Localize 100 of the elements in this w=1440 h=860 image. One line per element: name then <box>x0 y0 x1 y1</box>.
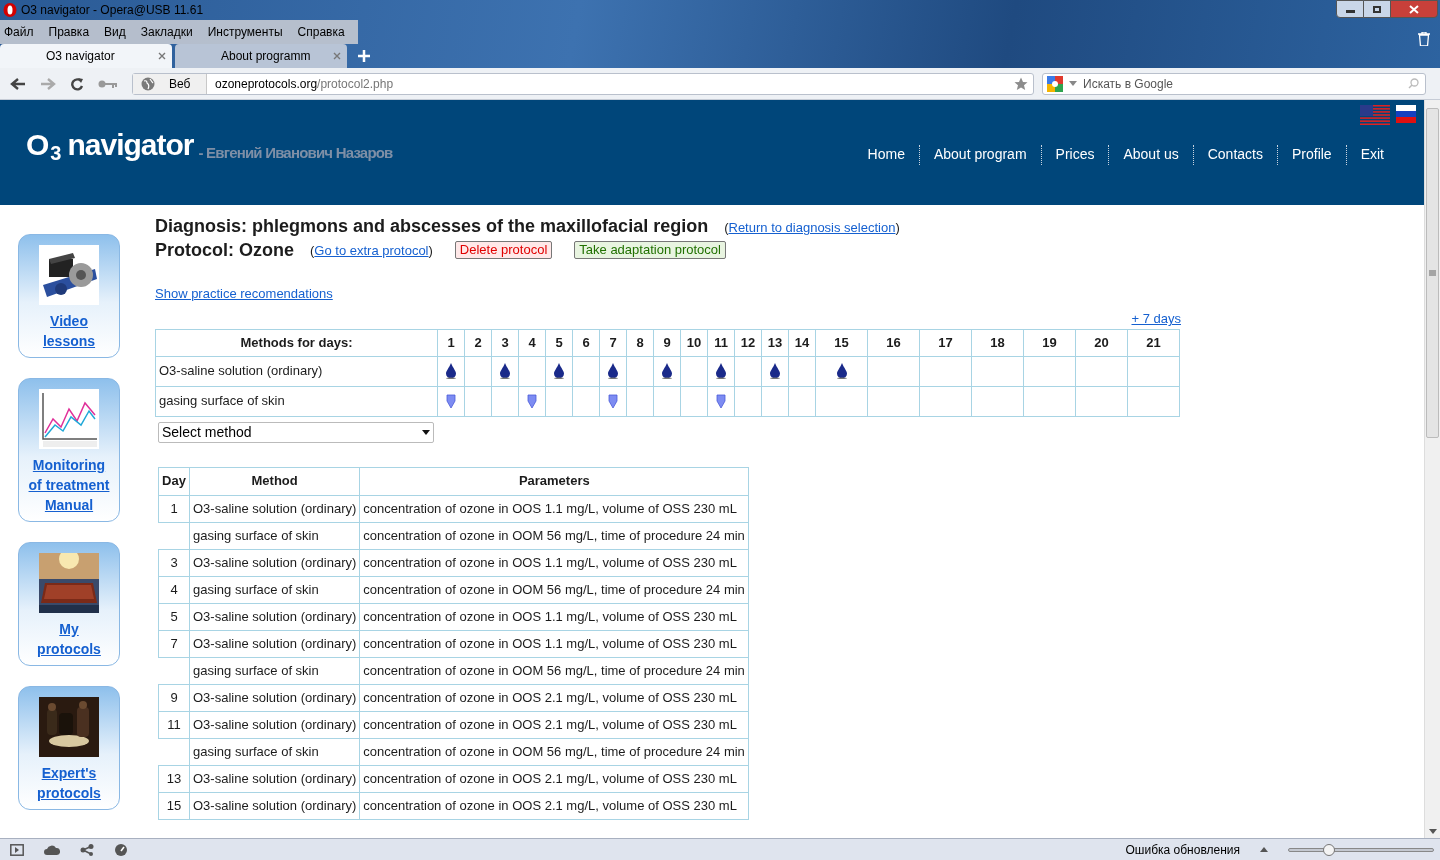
zoom-slider[interactable] <box>1288 842 1434 857</box>
schedule-cell[interactable] <box>437 356 465 386</box>
nav-link[interactable]: Prices <box>1055 144 1095 165</box>
action-button[interactable]: Delete protocol <box>454 240 553 259</box>
browser-tab[interactable]: About programm <box>175 44 347 68</box>
schedule-cell[interactable] <box>437 386 465 416</box>
scrollbar-thumb[interactable] <box>1426 108 1439 438</box>
maximize-button[interactable] <box>1364 0 1390 18</box>
schedule-cell[interactable] <box>464 356 492 386</box>
close-icon[interactable] <box>158 52 166 60</box>
schedule-cell[interactable] <box>572 356 600 386</box>
panel-toggle-icon[interactable] <box>10 843 24 856</box>
trash-icon[interactable] <box>1418 32 1430 46</box>
share-icon[interactable] <box>80 843 94 856</box>
schedule-cell[interactable] <box>815 386 868 416</box>
nav-link[interactable]: Home <box>867 144 905 165</box>
sidebar-card[interactable]: Video lessons <box>18 234 120 358</box>
more-days-link[interactable]: + 7 days <box>1131 309 1181 329</box>
schedule-cell[interactable] <box>626 356 654 386</box>
menu-item[interactable]: Правка <box>48 23 90 41</box>
russian-flag-icon[interactable] <box>1396 105 1416 123</box>
schedule-cell[interactable] <box>599 356 627 386</box>
schedule-cell[interactable] <box>545 386 573 416</box>
search-icon[interactable] <box>1408 78 1419 89</box>
return-link[interactable]: (Return to diagnosis selection) <box>724 218 900 238</box>
extra-protocol-link[interactable]: (Go to extra protocol) <box>310 242 433 258</box>
site-logo[interactable]: O$_{3}$ navigator <box>26 130 194 160</box>
nav-link[interactable]: Exit <box>1360 144 1384 165</box>
reload-icon[interactable] <box>70 76 84 91</box>
sidebar-link[interactable]: My protocols <box>26 619 112 659</box>
schedule-cell[interactable] <box>491 356 519 386</box>
sidebar-card[interactable]: Monitoring of treatment Manual <box>18 378 120 522</box>
schedule-cell[interactable] <box>788 356 816 386</box>
recommendations-link[interactable]: Show practice recomendations <box>155 283 333 303</box>
schedule-cell[interactable] <box>653 386 681 416</box>
nav-link[interactable]: Profile <box>1291 144 1332 165</box>
schedule-cell[interactable] <box>491 386 519 416</box>
dropdown-caret-icon[interactable] <box>422 429 430 435</box>
schedule-cell[interactable] <box>734 356 762 386</box>
schedule-cell[interactable] <box>1075 386 1128 416</box>
schedule-cell[interactable] <box>572 386 600 416</box>
schedule-cell[interactable] <box>788 386 816 416</box>
action-button[interactable]: Take adaptation protocol <box>574 240 726 259</box>
schedule-cell[interactable] <box>761 386 789 416</box>
nav-link[interactable]: About us <box>1123 144 1179 165</box>
schedule-cell[interactable] <box>815 356 868 386</box>
us-flag-icon[interactable] <box>1360 105 1390 125</box>
sidebar-card[interactable]: My protocols <box>18 542 120 666</box>
close-icon[interactable] <box>333 52 341 60</box>
schedule-cell[interactable] <box>599 386 627 416</box>
speedometer-icon[interactable] <box>114 842 128 857</box>
sidebar-link[interactable]: Video lessons <box>26 311 112 351</box>
address-field[interactable]: Веб ozoneprotocols.org/protocol2.php <box>132 72 1034 95</box>
schedule-cell[interactable] <box>761 356 789 386</box>
bookmark-star-icon[interactable] <box>1014 76 1028 91</box>
schedule-cell[interactable] <box>707 356 735 386</box>
schedule-cell[interactable] <box>1023 386 1076 416</box>
key-icon[interactable] <box>98 78 118 89</box>
schedule-cell[interactable] <box>867 386 920 416</box>
schedule-cell[interactable] <box>680 356 708 386</box>
schedule-cell[interactable] <box>734 386 762 416</box>
expand-up-icon[interactable] <box>1260 847 1268 852</box>
schedule-cell[interactable] <box>518 356 546 386</box>
schedule-cell[interactable] <box>971 386 1024 416</box>
schedule-cell[interactable] <box>1023 356 1076 386</box>
schedule-cell[interactable] <box>919 386 972 416</box>
schedule-cell[interactable] <box>464 386 492 416</box>
schedule-cell[interactable] <box>1127 356 1180 386</box>
sidebar-link[interactable]: Monitoring of treatment Manual <box>26 455 112 515</box>
scroll-down-icon[interactable] <box>1428 829 1437 834</box>
schedule-cell[interactable] <box>867 356 920 386</box>
nav-link[interactable]: Contacts <box>1207 144 1263 165</box>
search-input[interactable]: Искать в Google <box>1083 74 1402 93</box>
nav-link[interactable]: About program <box>933 144 1027 165</box>
schedule-cell[interactable] <box>971 356 1024 386</box>
menu-item[interactable]: Файл <box>4 23 34 41</box>
browser-tab[interactable]: O3 navigator <box>0 44 172 68</box>
schedule-cell[interactable] <box>1127 386 1180 416</box>
schedule-cell[interactable] <box>707 386 735 416</box>
menu-item[interactable]: Справка <box>297 23 345 41</box>
minimize-button[interactable] <box>1336 0 1364 18</box>
sidebar-link[interactable]: Expert's protocols <box>26 763 112 803</box>
menu-item[interactable]: Вид <box>104 23 126 41</box>
cloud-icon[interactable] <box>44 844 60 855</box>
sidebar-card[interactable]: Expert's protocols <box>18 686 120 810</box>
menu-item[interactable]: Закладки <box>140 23 193 41</box>
back-icon[interactable] <box>10 76 26 91</box>
new-tab-icon[interactable] <box>358 50 370 62</box>
method-select[interactable]: Select method <box>158 421 434 443</box>
schedule-cell[interactable] <box>626 386 654 416</box>
zoom-slider-thumb[interactable] <box>1322 843 1335 856</box>
menu-item[interactable]: Инструменты <box>207 23 283 41</box>
google-icon[interactable] <box>1047 75 1063 92</box>
schedule-cell[interactable] <box>680 386 708 416</box>
schedule-cell[interactable] <box>518 386 546 416</box>
schedule-cell[interactable] <box>1075 356 1128 386</box>
close-button[interactable] <box>1390 0 1438 18</box>
schedule-cell[interactable] <box>545 356 573 386</box>
scrollbar[interactable] <box>1424 100 1440 838</box>
search-field[interactable]: Искать в Google <box>1042 72 1426 95</box>
